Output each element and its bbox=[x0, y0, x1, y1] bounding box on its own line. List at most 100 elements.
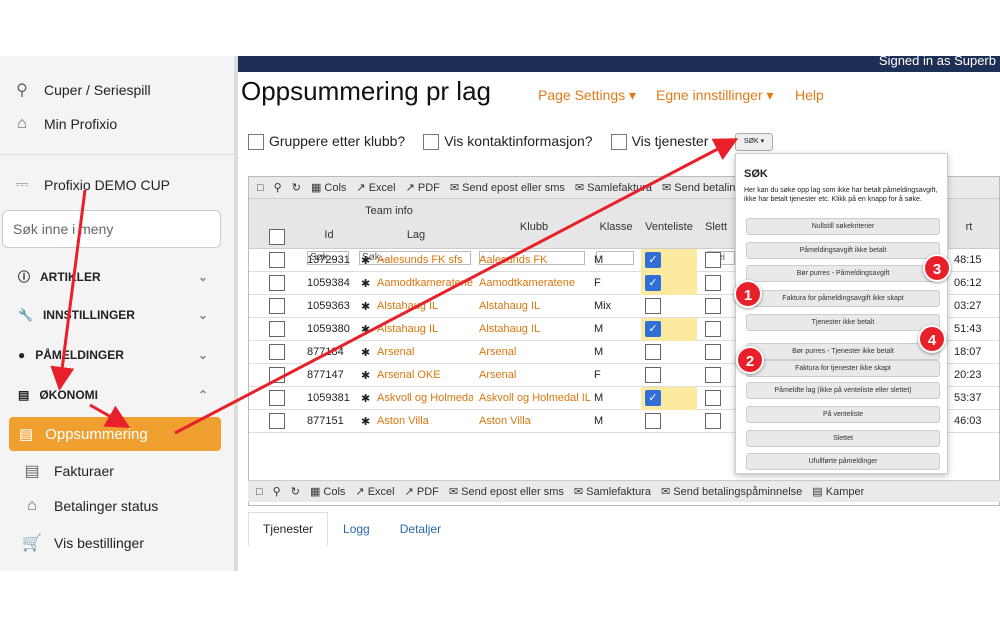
cell-lag[interactable]: Askvoll og Holmedal bbox=[377, 392, 473, 404]
menu-help[interactable]: Help bbox=[795, 87, 824, 103]
sidebar-group-innstillinger[interactable]: 🔧 INNSTILLINGER ⌄ bbox=[18, 308, 208, 322]
row-checkbox[interactable] bbox=[269, 252, 285, 268]
tab-logg[interactable]: Logg bbox=[328, 512, 385, 546]
kamper-button[interactable]: ▤ Kamper bbox=[812, 485, 864, 498]
new-icon[interactable]: □ bbox=[257, 182, 264, 194]
tab-detaljer[interactable]: Detaljer bbox=[385, 512, 456, 546]
slett-checkbox[interactable] bbox=[705, 413, 721, 429]
slett-checkbox[interactable] bbox=[705, 390, 721, 406]
cell-klubb[interactable]: Aston Villa bbox=[479, 415, 591, 427]
cell-klubb[interactable]: Askvoll og Holmedal IL bbox=[479, 392, 591, 404]
search-icon[interactable]: ⚲ bbox=[274, 181, 282, 194]
sidebar-item-bestillinger[interactable]: 🛒 Vis bestillinger bbox=[22, 533, 144, 553]
header-start[interactable]: rt bbox=[949, 221, 989, 233]
row-checkbox[interactable] bbox=[269, 298, 285, 314]
menu-egne-innstillinger[interactable]: Egne innstillinger ▾ bbox=[656, 87, 774, 104]
row-checkbox[interactable] bbox=[269, 413, 285, 429]
gear-icon[interactable]: ✱ bbox=[361, 300, 370, 313]
gear-icon[interactable]: ✱ bbox=[361, 369, 370, 382]
send-betaling-button[interactable]: ✉ Send betaling bbox=[662, 181, 742, 194]
slett-checkbox[interactable] bbox=[705, 275, 721, 291]
gear-icon[interactable]: ✱ bbox=[361, 277, 370, 290]
sidebar-group-pameldinger[interactable]: ● PÅMELDINGER ⌄ bbox=[18, 348, 208, 362]
cell-lag[interactable]: Aalesunds FK sfs bbox=[377, 254, 473, 266]
row-checkbox[interactable] bbox=[269, 367, 285, 383]
search-option-button[interactable]: Påmeldte lag (ikke på venteliste eller s… bbox=[746, 382, 940, 399]
samlefaktura-button[interactable]: ✉ Samlefaktura bbox=[574, 485, 651, 498]
cell-klubb[interactable]: Aamodtkameratene bbox=[479, 277, 591, 289]
search-option-button[interactable]: Slettet bbox=[746, 430, 940, 447]
cell-lag[interactable]: Aamodtkameratene bbox=[377, 277, 473, 289]
search-option-button[interactable]: Faktura for tjenester ikke skapt bbox=[746, 360, 940, 377]
pdf-button[interactable]: ↗ PDF bbox=[405, 485, 439, 498]
gear-icon[interactable]: ✱ bbox=[361, 392, 370, 405]
slett-checkbox[interactable] bbox=[705, 298, 721, 314]
venteliste-checkbox[interactable] bbox=[645, 344, 661, 360]
header-klasse[interactable]: Klasse bbox=[594, 221, 638, 233]
venteliste-checkbox[interactable]: ✓ bbox=[645, 321, 661, 337]
cell-lag[interactable]: Arsenal OKE bbox=[377, 369, 473, 381]
sidebar-group-okonomi[interactable]: ▤ ØKONOMI ⌃ bbox=[18, 388, 208, 402]
search-option-button[interactable]: Tjenester ikke betalt bbox=[746, 314, 940, 331]
new-icon[interactable]: □ bbox=[256, 486, 263, 498]
venteliste-checkbox[interactable]: ✓ bbox=[645, 275, 661, 291]
slett-checkbox[interactable] bbox=[705, 252, 721, 268]
row-checkbox[interactable] bbox=[269, 321, 285, 337]
show-services-checkbox[interactable]: Vis tjenester bbox=[610, 133, 708, 151]
pdf-button[interactable]: ↗ PDF bbox=[406, 181, 440, 194]
venteliste-checkbox[interactable]: ✓ bbox=[645, 252, 661, 268]
sidebar-search-input[interactable]: Søk inne i meny bbox=[2, 210, 221, 248]
search-dropdown-button[interactable]: SØK ▾ bbox=[735, 133, 773, 151]
slett-checkbox[interactable] bbox=[705, 321, 721, 337]
send-email-button[interactable]: ✉ Send epost eller sms bbox=[450, 181, 565, 194]
cols-button[interactable]: ▦ Cols bbox=[311, 181, 346, 194]
sidebar-group-artikler[interactable]: ⓘ ARTIKLER ⌄ bbox=[18, 268, 208, 285]
slett-checkbox[interactable] bbox=[705, 367, 721, 383]
venteliste-checkbox[interactable] bbox=[645, 298, 661, 314]
row-checkbox[interactable] bbox=[269, 344, 285, 360]
venteliste-checkbox[interactable]: ✓ bbox=[645, 390, 661, 406]
tab-tjenester[interactable]: Tjenester bbox=[248, 512, 329, 546]
excel-button[interactable]: ↗ Excel bbox=[356, 181, 395, 194]
sidebar-item-cuper[interactable]: ⚲ Cuper / Seriespill bbox=[12, 80, 150, 100]
search-option-button[interactable]: Bør purres - Tjenester ikke betalt bbox=[746, 343, 940, 360]
cell-klubb[interactable]: Aalesunds FK bbox=[479, 254, 591, 266]
cell-lag[interactable]: Arsenal bbox=[377, 346, 473, 358]
gear-icon[interactable]: ✱ bbox=[361, 323, 370, 336]
send-email-button[interactable]: ✉ Send epost eller sms bbox=[449, 485, 564, 498]
select-all-checkbox[interactable] bbox=[269, 229, 285, 245]
group-by-club-checkbox[interactable]: Gruppere etter klubb? bbox=[248, 133, 405, 151]
search-option-button[interactable]: Ufullførte påmeldinger bbox=[746, 453, 940, 470]
gear-icon[interactable]: ✱ bbox=[361, 254, 370, 267]
gear-icon[interactable]: ✱ bbox=[361, 346, 370, 359]
row-checkbox[interactable] bbox=[269, 275, 285, 291]
slett-checkbox[interactable] bbox=[705, 344, 721, 360]
search-option-button[interactable]: På venteliste bbox=[746, 406, 940, 423]
cols-button[interactable]: ▦ Cols bbox=[310, 485, 345, 498]
menu-page-settings[interactable]: Page Settings ▾ bbox=[538, 87, 636, 104]
search-icon[interactable]: ⚲ bbox=[273, 485, 281, 498]
sidebar-item-fakturaer[interactable]: ▤ Fakturaer bbox=[22, 461, 113, 481]
cell-klubb[interactable]: Alstahaug IL bbox=[479, 323, 591, 335]
search-option-button[interactable]: Påmeldingsavgift ikke betalt bbox=[746, 242, 940, 259]
header-lag[interactable]: Lag bbox=[357, 229, 475, 241]
sidebar-item-betalinger[interactable]: ⌂ Betalinger status bbox=[22, 497, 158, 515]
sidebar-item-oppsummering[interactable]: ▤ Oppsummering bbox=[9, 417, 221, 451]
send-reminder-button[interactable]: ✉ Send betalingspåminnelse bbox=[661, 485, 802, 498]
cell-klubb[interactable]: Arsenal bbox=[479, 369, 591, 381]
header-klubb[interactable]: Klubb bbox=[477, 221, 591, 233]
excel-button[interactable]: ↗ Excel bbox=[355, 485, 394, 498]
sidebar-item-demo-cup[interactable]: ⎓ Profixio DEMO CUP bbox=[12, 176, 170, 194]
header-venteliste[interactable]: Venteliste bbox=[641, 221, 697, 233]
samlefaktura-button[interactable]: ✉ Samlefaktura bbox=[575, 181, 652, 194]
cell-lag[interactable]: Aston Villa bbox=[377, 415, 473, 427]
search-option-button[interactable]: Nullstill søkekriterier bbox=[746, 218, 940, 235]
header-slett[interactable]: Slett bbox=[701, 221, 731, 233]
venteliste-checkbox[interactable] bbox=[645, 413, 661, 429]
venteliste-checkbox[interactable] bbox=[645, 367, 661, 383]
sidebar-item-min-profixio[interactable]: ⌂ Min Profixio bbox=[12, 115, 117, 133]
header-id[interactable]: Id bbox=[304, 229, 354, 241]
search-option-button[interactable]: Bør purres - Påmeldingsavgift bbox=[746, 265, 940, 282]
show-contact-checkbox[interactable]: Vis kontaktinformasjon? bbox=[423, 133, 593, 151]
cell-klubb[interactable]: Alstahaug IL bbox=[479, 300, 591, 312]
